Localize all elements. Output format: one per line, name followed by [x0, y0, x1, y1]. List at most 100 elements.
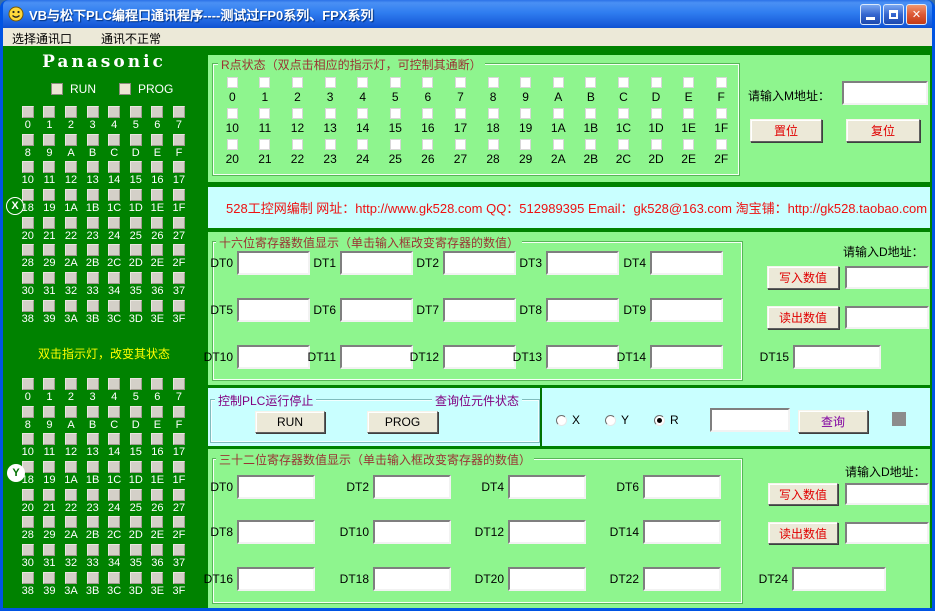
indicator-lamp[interactable] — [21, 216, 34, 229]
r-indicator-lamp[interactable] — [487, 77, 499, 88]
register-input[interactable] — [508, 567, 586, 591]
indicator-lamp[interactable] — [129, 571, 142, 584]
indicator-lamp[interactable] — [64, 299, 77, 312]
indicator-lamp[interactable] — [64, 488, 77, 501]
indicator-lamp[interactable] — [43, 299, 56, 312]
indicator-lamp[interactable] — [108, 161, 121, 174]
indicator-lamp[interactable] — [108, 405, 121, 418]
indicator-lamp[interactable] — [64, 544, 77, 557]
r-indicator-lamp[interactable] — [454, 139, 466, 150]
indicator-lamp[interactable] — [86, 461, 99, 474]
indicator-lamp[interactable] — [86, 133, 99, 146]
indicator-lamp[interactable] — [108, 544, 121, 557]
indicator-lamp[interactable] — [43, 544, 56, 557]
indicator-lamp[interactable] — [43, 405, 56, 418]
indicator-lamp[interactable] — [172, 106, 185, 118]
indicator-lamp[interactable] — [64, 189, 77, 202]
register-input[interactable] — [340, 345, 413, 369]
r-indicator-lamp[interactable] — [715, 108, 727, 119]
indicator-lamp[interactable] — [151, 433, 164, 446]
indicator-lamp[interactable] — [129, 133, 142, 146]
register-input[interactable] — [237, 567, 315, 591]
indicator-lamp[interactable] — [129, 488, 142, 501]
register-input[interactable] — [237, 298, 310, 322]
radio-y[interactable]: Y — [605, 413, 629, 427]
indicator-lamp[interactable] — [21, 571, 34, 584]
maximize-button[interactable] — [883, 3, 904, 25]
indicator-lamp[interactable] — [151, 244, 164, 257]
r-indicator-lamp[interactable] — [650, 77, 662, 88]
indicator-lamp[interactable] — [21, 133, 34, 146]
indicator-lamp[interactable] — [108, 272, 121, 285]
indicator-lamp[interactable] — [129, 516, 142, 529]
indicator-lamp[interactable] — [151, 299, 164, 312]
indicator-lamp[interactable] — [151, 161, 164, 174]
indicator-lamp[interactable] — [43, 433, 56, 446]
indicator-lamp[interactable] — [86, 405, 99, 418]
register-input[interactable] — [508, 475, 586, 499]
indicator-lamp[interactable] — [172, 405, 185, 418]
register-input[interactable] — [546, 298, 619, 322]
indicator-lamp[interactable] — [172, 272, 185, 285]
indicator-lamp[interactable] — [172, 216, 185, 229]
r-indicator-lamp[interactable] — [422, 139, 434, 150]
indicator-lamp[interactable] — [129, 189, 142, 202]
indicator-lamp[interactable] — [64, 405, 77, 418]
register-input[interactable] — [237, 475, 315, 499]
indicator-lamp[interactable] — [151, 106, 164, 118]
indicator-lamp[interactable] — [64, 571, 77, 584]
indicator-lamp[interactable] — [64, 433, 77, 446]
r-indicator-lamp[interactable] — [715, 77, 727, 88]
m-address-input[interactable] — [842, 81, 928, 105]
reg32-read-address-input[interactable] — [845, 522, 929, 544]
indicator-lamp[interactable] — [86, 161, 99, 174]
register-input[interactable] — [373, 520, 451, 544]
indicator-lamp[interactable] — [43, 571, 56, 584]
indicator-lamp[interactable] — [108, 216, 121, 229]
r-indicator-lamp[interactable] — [324, 139, 336, 150]
indicator-lamp[interactable] — [43, 488, 56, 501]
r-indicator-lamp[interactable] — [226, 139, 238, 150]
r-indicator-lamp[interactable] — [422, 108, 434, 119]
register-input[interactable] — [650, 298, 723, 322]
indicator-lamp[interactable] — [172, 189, 185, 202]
indicator-lamp[interactable] — [151, 378, 164, 390]
indicator-lamp[interactable] — [129, 161, 142, 174]
r-indicator-lamp[interactable] — [389, 77, 401, 88]
reg16-read-button[interactable]: 读出数值 — [767, 306, 839, 329]
r-indicator-lamp[interactable] — [454, 77, 466, 88]
indicator-lamp[interactable] — [108, 433, 121, 446]
register-input[interactable] — [373, 567, 451, 591]
r-indicator-lamp[interactable] — [585, 139, 597, 150]
indicator-lamp[interactable] — [172, 516, 185, 529]
r-indicator-lamp[interactable] — [259, 77, 271, 88]
register-input[interactable] — [792, 567, 886, 591]
indicator-lamp[interactable] — [172, 133, 185, 146]
indicator-lamp[interactable] — [172, 161, 185, 174]
r-indicator-lamp[interactable] — [715, 139, 727, 150]
reg32-write-button[interactable]: 写入数值 — [768, 483, 838, 505]
reg16-read-address-input[interactable] — [845, 306, 929, 329]
indicator-lamp[interactable] — [86, 378, 99, 390]
indicator-lamp[interactable] — [108, 244, 121, 257]
reg32-read-button[interactable]: 读出数值 — [768, 522, 838, 544]
r-indicator-lamp[interactable] — [683, 77, 695, 88]
indicator-lamp[interactable] — [21, 405, 34, 418]
indicator-lamp[interactable] — [129, 216, 142, 229]
indicator-lamp[interactable] — [129, 299, 142, 312]
indicator-lamp[interactable] — [21, 244, 34, 257]
register-input[interactable] — [340, 251, 413, 275]
reg16-write-address-input[interactable] — [845, 266, 929, 289]
indicator-lamp[interactable] — [172, 244, 185, 257]
indicator-lamp[interactable] — [21, 544, 34, 557]
indicator-lamp[interactable] — [151, 544, 164, 557]
register-input[interactable] — [793, 345, 881, 369]
indicator-lamp[interactable] — [64, 461, 77, 474]
register-input[interactable] — [546, 251, 619, 275]
indicator-lamp[interactable] — [151, 189, 164, 202]
close-button[interactable]: ✕ — [906, 3, 927, 25]
indicator-lamp[interactable] — [86, 244, 99, 257]
indicator-lamp[interactable] — [43, 461, 56, 474]
register-input[interactable] — [443, 345, 516, 369]
indicator-lamp[interactable] — [151, 571, 164, 584]
